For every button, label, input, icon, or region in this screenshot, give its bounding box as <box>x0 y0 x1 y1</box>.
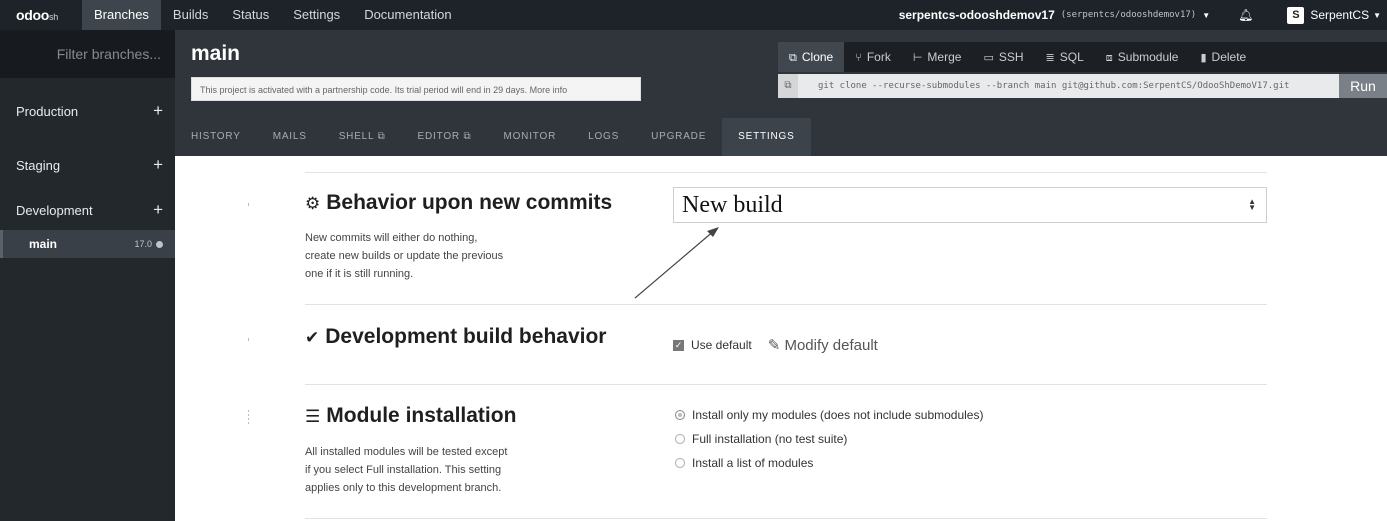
ssh-button[interactable]: ▭ SSH <box>972 42 1034 72</box>
copy-icon[interactable]: ⧉ <box>778 74 798 98</box>
edit-icon: ✎ <box>767 337 781 354</box>
clone-command-bar: ⧉ git clone --recurse-submodules --branc… <box>778 74 1387 98</box>
clone-command[interactable]: git clone --recurse-submodules --branch … <box>798 81 1339 91</box>
merge-button[interactable]: ⊢ Merge <box>902 42 973 72</box>
tab-editor[interactable]: EDITOR ⧉ <box>402 118 488 156</box>
install-option-list[interactable]: Install a list of modules <box>675 456 813 470</box>
delete-button[interactable]: ▮ Delete <box>1189 42 1257 72</box>
plus-icon[interactable]: + <box>153 101 163 121</box>
modules-section-title: ☰ Module installation <box>305 404 517 427</box>
terminal-icon: ▭ <box>983 52 994 64</box>
fork-button[interactable]: ⑂ Fork <box>844 42 902 72</box>
branch-actions: ⧉ Clone ⑂ Fork ⊢ Merge ▭ SSH ≣ SQL ⧈ Submodule… <box>778 42 1387 72</box>
scroll-mark <box>248 338 249 341</box>
stage-staging[interactable]: Staging + <box>0 147 175 183</box>
option-label: Full installation (no test suite) <box>692 432 848 446</box>
modify-default-link[interactable]: ✎ Modify default <box>768 336 878 354</box>
devbuild-section-title: ✔ Development build behavior <box>305 325 607 348</box>
stage-development[interactable]: Development + <box>0 192 175 228</box>
clone-icon: ⧉ <box>789 52 797 64</box>
option-label: Install a list of modules <box>692 456 814 470</box>
trash-icon: ▮ <box>1200 52 1207 64</box>
project-name[interactable]: serpentcs-odooshdemov17 <box>899 8 1055 22</box>
nav-branches[interactable]: Branches <box>82 0 161 30</box>
page-title: main <box>191 42 241 65</box>
sidebar: Filter branches... Production + Staging … <box>0 30 175 521</box>
tab-history[interactable]: HISTORY <box>175 118 257 156</box>
radio-button[interactable] <box>675 434 685 444</box>
install-option-full[interactable]: Full installation (no test suite) <box>675 432 847 446</box>
settings-panel: ⚙ Behavior upon new commits New commits w… <box>175 156 1387 521</box>
plus-icon[interactable]: + <box>153 200 163 220</box>
divider <box>305 304 1267 305</box>
stage-label: Development <box>16 202 93 218</box>
scroll-mark <box>248 410 249 424</box>
status-dot-icon <box>156 240 163 248</box>
filter-branches-input[interactable]: Filter branches... <box>0 30 175 78</box>
tab-logs[interactable]: LOGS <box>572 118 635 156</box>
tab-monitor[interactable]: MONITOR <box>487 118 572 156</box>
use-default-row: ✓ Use default ✎ Modify default <box>673 336 878 354</box>
tab-upgrade[interactable]: UPGRADE <box>635 118 722 156</box>
branch-tabs: HISTORY MAILS SHELL ⧉ EDITOR ⧉ MONITOR L… <box>175 118 811 156</box>
tab-shell[interactable]: SHELL ⧉ <box>323 118 402 156</box>
branch-version: 17.0 <box>134 239 152 249</box>
user-name: SerpentCS <box>1310 8 1370 22</box>
divider <box>305 384 1267 385</box>
database-icon: ≣ <box>1045 52 1055 64</box>
clone-button[interactable]: ⧉ Clone <box>778 42 845 72</box>
plus-icon[interactable]: + <box>153 155 163 175</box>
radio-button[interactable] <box>675 458 685 468</box>
run-button[interactable]: Run <box>1339 74 1387 98</box>
divider <box>305 518 1267 519</box>
user-menu[interactable]: S SerpentCS ▼ <box>1287 6 1387 24</box>
tab-settings[interactable]: SETTINGS <box>722 118 811 156</box>
nav-settings[interactable]: Settings <box>281 0 352 30</box>
top-nav: odoosh Branches Builds Status Settings D… <box>0 0 1387 30</box>
submodule-button[interactable]: ⧈ Submodule <box>1095 42 1190 72</box>
trial-notice[interactable]: This project is activated with a partner… <box>191 77 641 101</box>
chevron-down-icon[interactable]: ▼ <box>1202 11 1210 20</box>
modules-section-description: All installed modules will be tested exc… <box>305 446 508 494</box>
nav-documentation[interactable]: Documentation <box>352 0 463 30</box>
stage-label: Production <box>16 103 79 119</box>
stage-production[interactable]: Production + <box>0 93 175 129</box>
nav-builds[interactable]: Builds <box>161 0 220 30</box>
nav-status[interactable]: Status <box>220 0 281 30</box>
radio-button[interactable] <box>675 410 685 420</box>
branch-name: main <box>29 237 58 251</box>
sql-button[interactable]: ≣ SQL <box>1035 42 1095 72</box>
branch-header: main This project is activated with a pa… <box>175 30 1387 156</box>
submodule-icon: ⧈ <box>1105 52 1113 64</box>
sidebar-branch-main[interactable]: main 17.0 <box>0 230 175 258</box>
tab-mails[interactable]: MAILS <box>257 118 323 156</box>
merge-icon: ⊢ <box>912 52 923 64</box>
install-option-my-modules[interactable]: Install only my modules (does not includ… <box>675 408 983 422</box>
check-icon: ✔ <box>305 328 320 347</box>
use-default-label[interactable]: Use default <box>691 338 752 352</box>
avatar: S <box>1287 6 1305 24</box>
option-label: Install only my modules (does not includ… <box>692 408 984 422</box>
project-repo: (serpentcs/odooshdemov17) <box>1060 10 1197 20</box>
stage-label: Staging <box>16 157 61 173</box>
database-icon: ☰ <box>305 407 321 426</box>
use-default-checkbox[interactable]: ✓ <box>673 339 684 351</box>
odoo-sh-logo[interactable]: odoosh <box>0 7 82 23</box>
chevron-down-icon: ▼ <box>1373 10 1381 20</box>
fork-icon: ⑂ <box>855 52 862 64</box>
bell-icon[interactable]: 🔔︎ <box>1238 8 1253 22</box>
